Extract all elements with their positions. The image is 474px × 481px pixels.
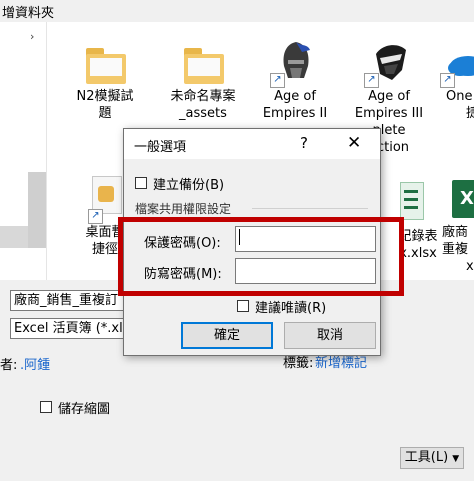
file-item-vendor-dup[interactable]: X 廠商 重複 x <box>438 174 474 275</box>
file-label: Age of <box>274 89 316 104</box>
breadcrumb-folder[interactable]: 增資料夾 <box>2 2 54 21</box>
read-only-recommended-label: 建議唯讀(R) <box>255 301 327 316</box>
close-icon[interactable]: ✕ <box>347 133 361 153</box>
group-divider <box>252 208 368 209</box>
tools-button[interactable]: 工具(L) ▼ <box>400 447 464 469</box>
file-label: N2模擬試 <box>76 89 134 104</box>
ok-button[interactable]: 確定 <box>181 322 273 349</box>
save-thumbnail-checkbox[interactable] <box>40 401 52 413</box>
folder-icon <box>80 38 130 88</box>
highlight-annotation-box <box>118 217 404 296</box>
shortcut-arrow-icon: ↗ <box>88 209 103 224</box>
shortcut-arrow-icon: ↗ <box>364 73 379 88</box>
author-label: 者: <box>0 358 18 373</box>
file-sharing-group-label: 檔案共用權限設定 <box>135 202 232 216</box>
create-backup-label: 建立備份(B) <box>153 178 225 193</box>
cloud-icon: ↗ <box>438 38 474 88</box>
helmet-icon: ↗ <box>270 38 320 88</box>
file-item-n2[interactable]: N2模擬試 題 <box>60 38 150 122</box>
file-label: 捷 <box>466 106 474 121</box>
excel-file-icon: X <box>438 174 474 224</box>
navigation-selected-item[interactable] <box>0 226 28 248</box>
file-label: Empires III <box>354 106 424 121</box>
author-value[interactable]: .阿鍾 <box>20 354 50 373</box>
cancel-button[interactable]: 取消 <box>284 322 376 349</box>
file-label: Age of <box>368 89 410 104</box>
file-item-aoe2[interactable]: ↗ Age of Empires II <box>250 38 340 122</box>
address-bar[interactable]: 增資料夾 <box>0 0 474 22</box>
read-only-recommended-checkbox[interactable] <box>237 300 249 312</box>
navigation-scrollbar[interactable] <box>28 172 46 248</box>
shortcut-arrow-icon: ↗ <box>270 73 285 88</box>
save-thumbnail-label: 儲存縮圖 <box>58 402 111 417</box>
file-label: x <box>466 259 474 274</box>
file-label: 未命名專案 <box>170 89 236 104</box>
tools-button-label: 工具(L) <box>404 450 449 465</box>
dialog-titlebar[interactable]: 一般選項 ? ✕ <box>124 129 380 159</box>
help-icon[interactable]: ? <box>300 134 308 152</box>
dialog-title: 一般選項 <box>134 140 187 155</box>
dropdown-arrow-icon: ▼ <box>452 454 460 464</box>
file-label: _assets <box>179 106 227 121</box>
create-backup-checkbox[interactable] <box>135 177 147 189</box>
helmet-icon: ↗ <box>364 38 414 88</box>
file-item-onedrive[interactable]: ↗ One 捷 <box>438 38 474 122</box>
chevron-right-icon[interactable]: › <box>30 30 34 43</box>
file-item-assets[interactable]: 未命名專案 _assets <box>158 38 248 122</box>
folder-icon <box>178 38 228 88</box>
filetype-select[interactable]: Excel 活頁簿 (*.xls <box>10 318 130 339</box>
excel-x-icon: X <box>452 180 474 218</box>
filename-input[interactable]: 廠商_銷售_重複訂 <box>10 290 130 311</box>
shortcut-arrow-icon: ↗ <box>440 73 455 88</box>
file-label: Empires II <box>262 106 328 121</box>
file-label: 重複 <box>442 242 469 257</box>
file-label: 廠商 <box>442 225 469 240</box>
file-label: 題 <box>98 106 112 121</box>
file-label: One <box>446 89 473 104</box>
